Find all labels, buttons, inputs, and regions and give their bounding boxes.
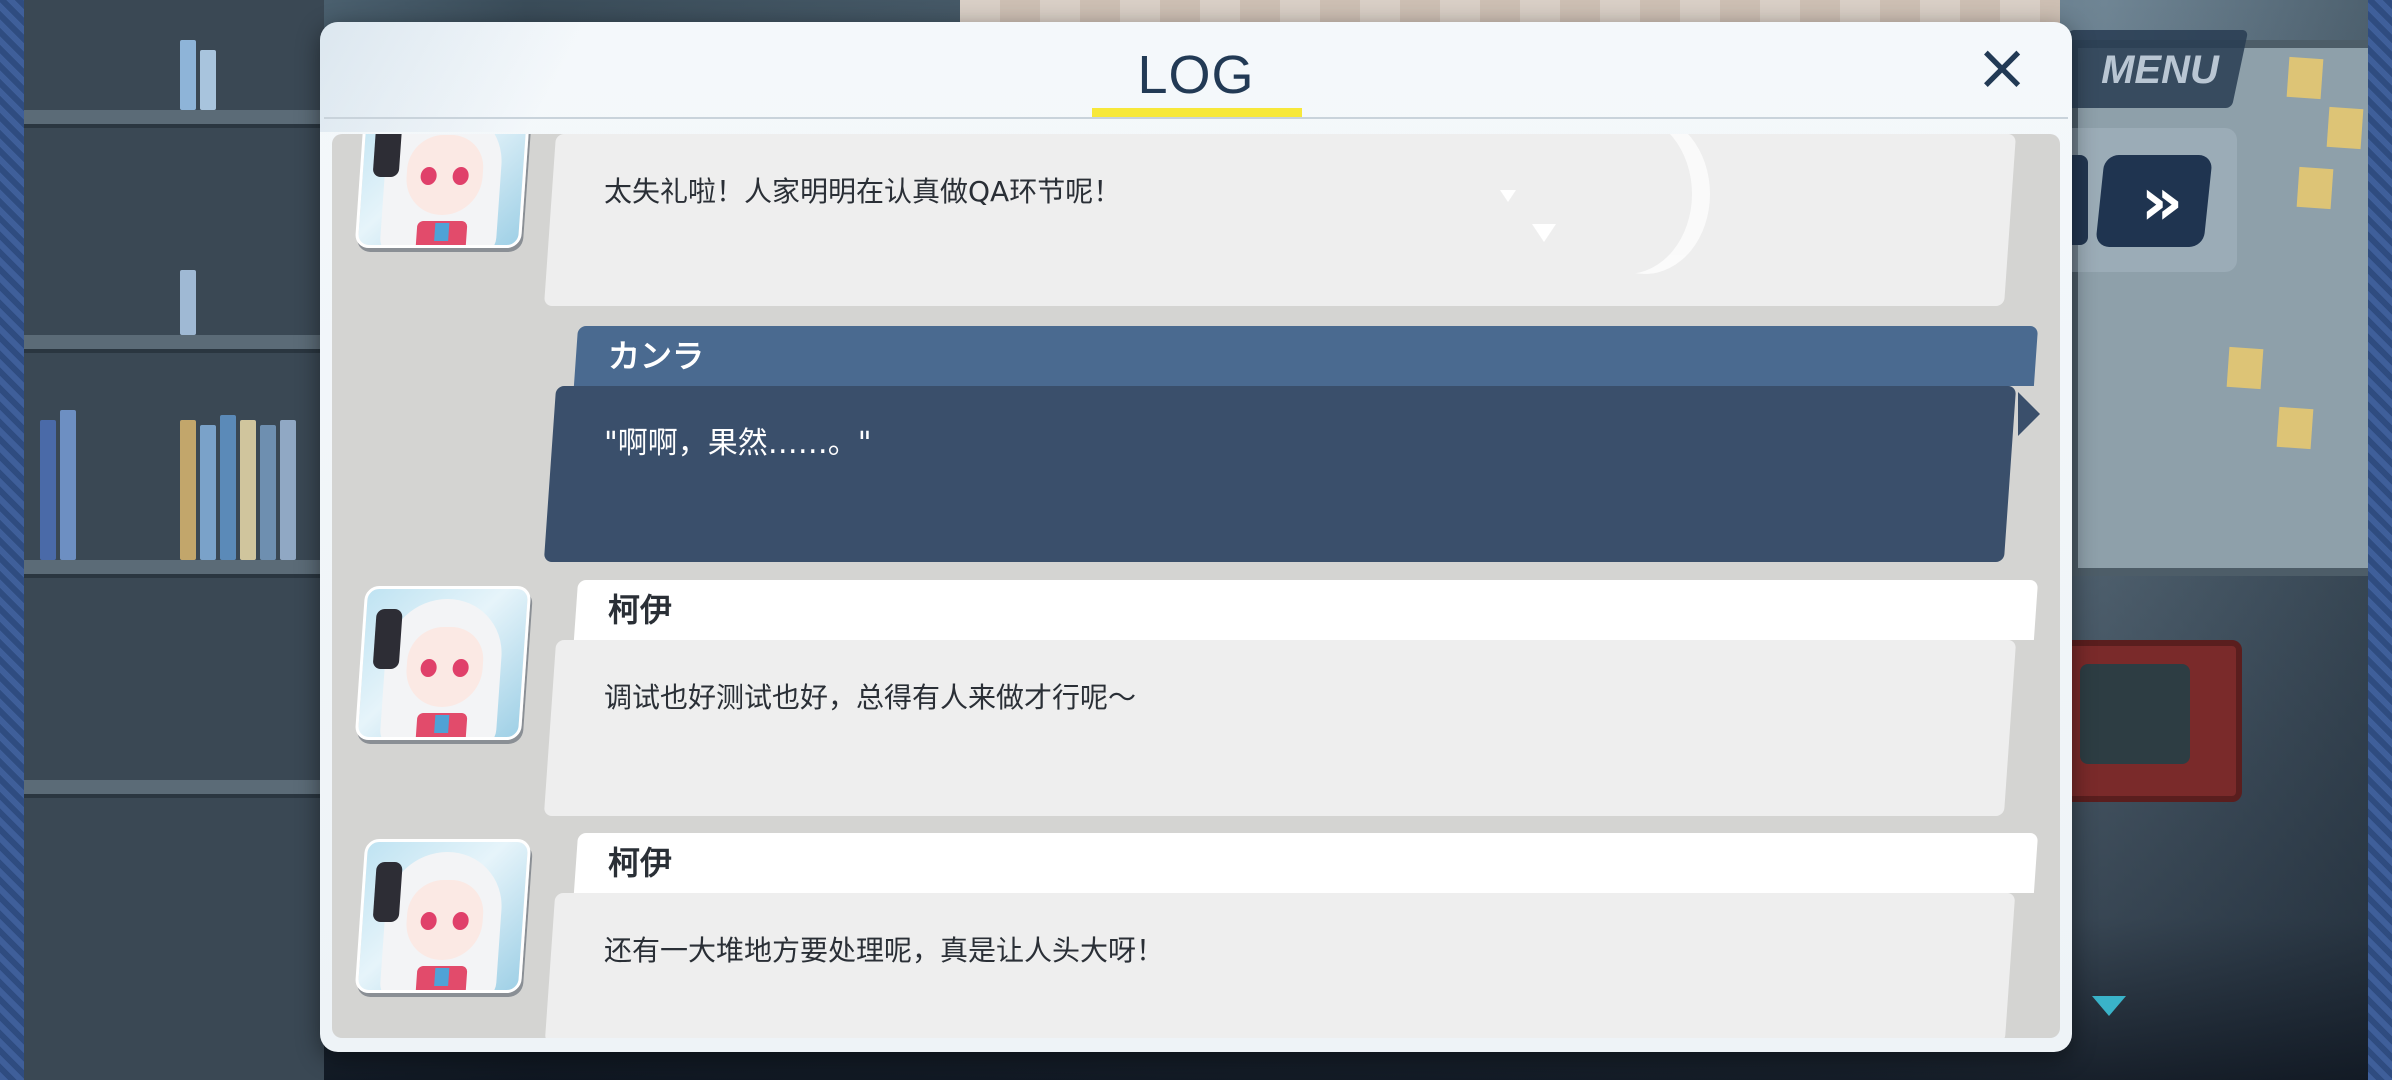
shelf — [24, 560, 324, 574]
close-icon[interactable]: × — [1970, 36, 2034, 100]
shelf — [24, 780, 324, 794]
book — [180, 40, 196, 110]
edge-stripe-left — [0, 0, 24, 1080]
speaker-name: 柯伊 — [608, 844, 673, 882]
log-entry: 柯伊 调试也好测试也好，总得有人来做才行呢～ — [332, 580, 2060, 820]
dialogue-bubble — [543, 640, 2017, 816]
title-underline — [1092, 108, 1302, 117]
tv-screen — [2080, 664, 2190, 764]
sticky-note — [2286, 56, 2324, 100]
book — [240, 420, 256, 560]
portrait-bow — [372, 609, 403, 669]
book — [200, 425, 216, 560]
speaker-nameplate — [573, 326, 2039, 386]
retro-tv — [2060, 640, 2242, 802]
book — [180, 270, 196, 335]
dialogue-bubble — [543, 134, 2017, 306]
speaker-portrait — [354, 839, 532, 993]
dialogue-text: 太失礼啦！人家明明在认真做QA环节呢！ — [604, 175, 1122, 208]
log-title: LOG — [1137, 45, 1255, 105]
log-entry: 柯伊 还有一大堆地方要处理呢，真是让人头大呀！ — [332, 833, 2060, 1038]
speaker-portrait — [354, 134, 532, 248]
shelf — [24, 110, 324, 124]
bubble-marker-icon — [1500, 190, 1516, 202]
speaker-name: 柯伊 — [608, 591, 673, 629]
book — [40, 420, 56, 560]
log-entry-player: カンラ "啊啊，果然……。" — [332, 326, 2060, 566]
log-list[interactable]: 太失礼啦！人家明明在认真做QA环节呢！ カンラ "啊啊，果然……。" 柯伊 调试… — [332, 134, 2060, 1038]
sticky-note — [2326, 106, 2364, 150]
portrait-bow — [372, 134, 403, 177]
edge-stripe-right — [2368, 0, 2392, 1080]
portrait-tie — [434, 968, 450, 986]
speaker-portrait — [354, 586, 532, 740]
book — [180, 420, 196, 560]
down-arrow-icon[interactable] — [2092, 996, 2126, 1016]
sticky-note — [2276, 406, 2314, 450]
portrait-tie — [434, 715, 450, 733]
log-window: LOG × 太失礼啦！人家明明在认真做QA环节呢！ カンラ "啊啊，果然……。"… — [320, 22, 2072, 1052]
book — [260, 425, 276, 560]
speaker-nameplate — [573, 580, 2039, 640]
book — [220, 415, 236, 560]
dialogue-text: 还有一大堆地方要处理呢，真是让人头大呀！ — [604, 934, 1165, 967]
fast-forward-icon[interactable]: » — [2110, 160, 2200, 244]
book — [60, 410, 76, 560]
log-entry: 太失礼啦！人家明明在认真做QA环节呢！ — [332, 134, 2060, 306]
book — [280, 420, 296, 560]
bubble-marker-icon — [1532, 224, 1556, 242]
whiteboard — [2070, 40, 2386, 576]
sticky-note — [2226, 346, 2264, 390]
dialogue-text: 调试也好测试也好，总得有人来做才行呢～ — [604, 681, 1137, 714]
title-divider — [324, 117, 2068, 119]
speaker-pointer-icon — [2018, 392, 2040, 436]
dialogue-bubble — [543, 386, 2017, 562]
shelf — [24, 335, 324, 349]
portrait-tie — [434, 223, 450, 241]
sticky-note — [2296, 166, 2334, 210]
book — [200, 50, 216, 110]
dialogue-text: "啊啊，果然……。" — [604, 426, 872, 461]
speaker-nameplate — [573, 833, 2039, 893]
menu-label[interactable]: MENU — [2085, 40, 2235, 100]
portrait-bow — [372, 862, 403, 922]
speaker-name: カンラ — [608, 337, 705, 375]
